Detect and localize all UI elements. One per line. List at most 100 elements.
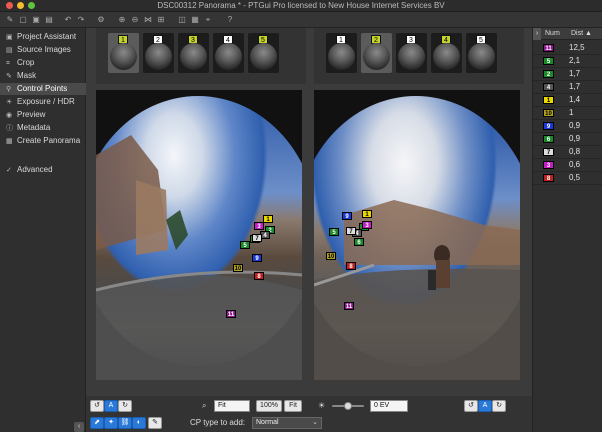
sidebar-item-metadata[interactable]: ⓘ Metadata bbox=[0, 122, 86, 134]
right-thumb-1[interactable]: 1 bbox=[326, 33, 357, 73]
cp-distance: 0,8 bbox=[569, 147, 581, 156]
cp-distance: 0,6 bbox=[569, 160, 581, 169]
cp-marker-7[interactable]: 7 bbox=[346, 227, 356, 235]
column-header-dist[interactable]: Dist ▲ bbox=[571, 30, 592, 37]
detail-viewer-icon[interactable]: ▦ bbox=[189, 14, 201, 26]
cp-marker-3[interactable]: 3 bbox=[254, 222, 264, 230]
cp-marker-11[interactable]: 11 bbox=[226, 310, 236, 318]
left-thumb-3[interactable]: 3 bbox=[178, 33, 209, 73]
sidebar-item-source-images[interactable]: ▤ Source Images bbox=[0, 44, 86, 56]
save-project-icon[interactable]: ▣ bbox=[30, 14, 42, 26]
right-thumb-5[interactable]: 5 bbox=[466, 33, 497, 73]
cp-marker-3[interactable]: 3 bbox=[362, 221, 372, 229]
left-thumb-2[interactable]: 2 bbox=[143, 33, 174, 73]
cp-marker-9[interactable]: 9 bbox=[252, 254, 262, 262]
settings-icon[interactable]: ⚙ bbox=[95, 14, 107, 26]
undo-icon[interactable]: ↶ bbox=[62, 14, 74, 26]
right-image-selector: 1 2 3 4 5 bbox=[314, 28, 524, 84]
auto-rotate-right-button[interactable]: A bbox=[478, 400, 492, 412]
left-thumb-5[interactable]: 5 bbox=[248, 33, 279, 73]
thumb-image bbox=[215, 43, 242, 70]
zoom-in-icon[interactable]: ⊕ bbox=[116, 14, 128, 26]
cp-swatch: 11 bbox=[543, 44, 554, 52]
right-scene-overlay bbox=[314, 90, 520, 380]
left-thumb-4[interactable]: 4 bbox=[213, 33, 244, 73]
exposure-slider[interactable] bbox=[332, 402, 364, 410]
table-row[interactable]: 9 0,9 bbox=[533, 120, 602, 133]
table-row[interactable]: 2 1,7 bbox=[533, 68, 602, 81]
table-row[interactable]: 6 0,9 bbox=[533, 133, 602, 146]
rotate-left-button-right[interactable]: ↺ bbox=[464, 400, 478, 412]
cp-marker-9[interactable]: 9 bbox=[342, 212, 352, 220]
rotate-left-button[interactable]: ↺ bbox=[90, 400, 104, 412]
table-row[interactable]: 4 1,7 bbox=[533, 81, 602, 94]
collapse-sidebar-button[interactable]: ‹ bbox=[74, 422, 84, 432]
ev-field[interactable]: 0 EV bbox=[370, 400, 408, 412]
cp-marker-10[interactable]: 10 bbox=[326, 252, 336, 260]
panorama-editor-icon[interactable]: ◫ bbox=[176, 14, 188, 26]
cp-marker-1[interactable]: 1 bbox=[362, 210, 372, 218]
window-title: DSC00312 Panorama * - PTGui Pro licensed… bbox=[157, 1, 445, 10]
left-thumb-1[interactable]: 1 bbox=[108, 33, 139, 73]
zoom-fit-button[interactable]: Fit bbox=[284, 400, 302, 412]
chevron-down-icon: ⌄ bbox=[312, 419, 318, 426]
cp-marker-7[interactable]: 7 bbox=[252, 234, 262, 242]
sidebar-item-label: Create Panorama bbox=[17, 136, 81, 145]
cp-marker-8[interactable]: 8 bbox=[346, 262, 356, 270]
cp-marker-6[interactable]: 6 bbox=[354, 238, 364, 246]
table-row[interactable]: 7 0,8 bbox=[533, 146, 602, 159]
cp-marker-11[interactable]: 11 bbox=[344, 302, 354, 310]
sidebar-item-project-assistant[interactable]: ▣ Project Assistant bbox=[0, 31, 86, 43]
right-thumb-4[interactable]: 4 bbox=[431, 33, 462, 73]
rotate-right-button[interactable]: ↻ bbox=[118, 400, 132, 412]
cp-marker-5[interactable]: 5 bbox=[240, 241, 250, 249]
cp-swatch: 10 bbox=[543, 109, 554, 117]
save-as-icon[interactable]: ▤ bbox=[43, 14, 55, 26]
new-project-icon[interactable]: ✎ bbox=[4, 14, 16, 26]
right-image-panel[interactable]: 1 2 3 4 5 6 7 8 9 10 11 bbox=[314, 90, 520, 380]
sidebar-item-crop[interactable]: ⌗ Crop bbox=[0, 57, 86, 69]
zoom-100-button[interactable]: 100% bbox=[256, 400, 282, 412]
table-row[interactable]: 8 0,5 bbox=[533, 172, 602, 185]
table-row[interactable]: 11 12,5 bbox=[533, 42, 602, 55]
right-thumb-2[interactable]: 2 bbox=[361, 33, 392, 73]
pen-tool-button[interactable]: ✎ bbox=[148, 417, 162, 429]
cp-type-select[interactable]: Normal ⌄ bbox=[252, 417, 322, 429]
rotate-right-button-right[interactable]: ↻ bbox=[492, 400, 506, 412]
collapse-panel-icon[interactable]: › bbox=[533, 28, 541, 40]
sidebar-item-advanced[interactable]: ✓ Advanced bbox=[0, 164, 86, 176]
cp-marker-10[interactable]: 10 bbox=[233, 264, 243, 272]
column-header-num[interactable]: Num bbox=[545, 30, 560, 37]
open-project-icon[interactable]: ▢ bbox=[17, 14, 29, 26]
link-tool-button[interactable]: ⛓ bbox=[118, 417, 132, 429]
cp-distance: 0,5 bbox=[569, 173, 581, 182]
table-row[interactable]: 1 1,4 bbox=[533, 94, 602, 107]
cp-table-icon[interactable]: ⊞ bbox=[155, 14, 167, 26]
table-row[interactable]: 3 0,6 bbox=[533, 159, 602, 172]
sidebar-item-preview[interactable]: ◉ Preview bbox=[0, 109, 86, 121]
zoom-out-icon[interactable]: ⊖ bbox=[129, 14, 141, 26]
auto-rotate-left-button[interactable]: A bbox=[104, 400, 118, 412]
sidebar-item-mask[interactable]: ✎ Mask bbox=[0, 70, 86, 82]
cursor-tool-button[interactable]: ⬈ bbox=[90, 417, 104, 429]
location-icon[interactable]: ⌖ bbox=[202, 14, 214, 26]
zoom-field[interactable]: Fit bbox=[214, 400, 250, 412]
align-icon[interactable]: ⋈ bbox=[142, 14, 154, 26]
right-thumb-3[interactable]: 3 bbox=[396, 33, 427, 73]
help-icon[interactable]: ? bbox=[224, 14, 236, 26]
cp-marker-5[interactable]: 5 bbox=[329, 228, 339, 236]
sidebar-item-exposure-hdr[interactable]: ☀ Exposure / HDR bbox=[0, 96, 86, 108]
sidebar-item-create-panorama[interactable]: ▦ Create Panorama bbox=[0, 135, 86, 147]
table-row[interactable]: 10 1 bbox=[533, 107, 602, 120]
redo-icon[interactable]: ↷ bbox=[75, 14, 87, 26]
left-image-selector: 1 2 3 4 5 bbox=[96, 28, 306, 84]
exposure-slider-thumb[interactable] bbox=[344, 402, 352, 410]
cp-marker-8[interactable]: 8 bbox=[254, 272, 264, 280]
contrast-tool-button[interactable]: ◐ bbox=[132, 417, 146, 429]
exposure-icon: ☀ bbox=[6, 99, 13, 106]
cp-marker-1[interactable]: 1 bbox=[263, 215, 273, 223]
left-image-panel[interactable]: 1 2 3 4 5 6 7 8 9 10 11 bbox=[96, 90, 302, 380]
table-row[interactable]: 5 2,1 bbox=[533, 55, 602, 68]
add-point-tool-button[interactable]: ✦ bbox=[104, 417, 118, 429]
sidebar-item-control-points[interactable]: ⚲ Control Points bbox=[0, 83, 86, 95]
